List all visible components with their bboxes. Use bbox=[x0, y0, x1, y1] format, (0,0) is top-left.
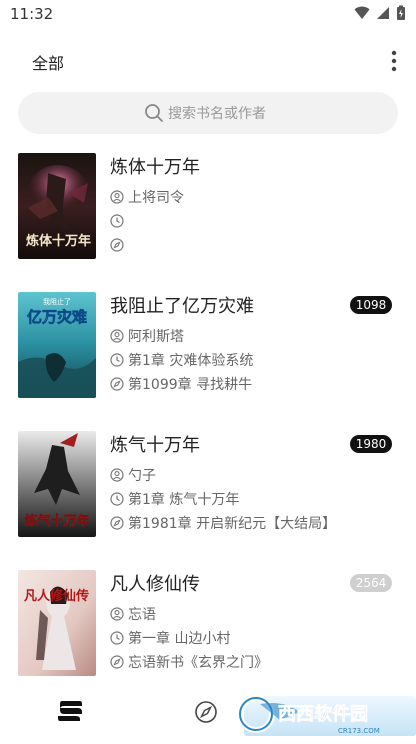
latest-chapter: 第1099章 寻找耕牛 bbox=[128, 377, 253, 393]
book-cover: 凡人修仙传 bbox=[18, 570, 96, 676]
search-input[interactable] bbox=[166, 101, 360, 127]
author-icon bbox=[110, 607, 124, 621]
latest-chapter: 忘语新书《玄界之门》 bbox=[128, 655, 268, 671]
cover-small-title: 我阻止了 bbox=[43, 297, 71, 306]
search-icon bbox=[145, 104, 163, 122]
book-title: 我阻止了亿万灾难 bbox=[110, 296, 254, 317]
book-author: 勺子 bbox=[128, 468, 156, 484]
latest-read-chapter: 第一章 山边小村 bbox=[128, 631, 231, 647]
book-item[interactable]: 凡人修仙传 凡人修仙传 2564 忘语 第一章 山边小村 忘语新书《玄界之门》 bbox=[0, 570, 416, 682]
status-time: 11:32 bbox=[10, 5, 54, 23]
author-icon bbox=[110, 190, 124, 204]
clock-icon bbox=[110, 492, 124, 506]
compass-icon bbox=[110, 516, 124, 530]
signal-icon bbox=[377, 7, 389, 19]
bookshelf-nav-icon[interactable] bbox=[56, 698, 84, 724]
top-bar: 全部 bbox=[0, 40, 416, 80]
book-item[interactable]: 我阻止了 亿万灾难 我阻止了亿万灾难 1098 阿利斯塔 第1章 灾难体验系统 … bbox=[0, 292, 416, 404]
book-title: 炼气十万年 bbox=[110, 435, 200, 456]
cover-title: 亿万灾难 bbox=[27, 308, 87, 326]
search-bar[interactable] bbox=[18, 92, 398, 134]
book-cover: 炼体十万年 bbox=[18, 153, 96, 259]
discover-nav-icon[interactable] bbox=[194, 700, 218, 724]
author-icon bbox=[110, 468, 124, 482]
book-title: 凡人修仙传 bbox=[110, 574, 200, 595]
book-title: 炼体十万年 bbox=[110, 157, 200, 178]
clock-icon bbox=[110, 631, 124, 645]
book-item[interactable]: 炼体十万年 炼体十万年 上将司令 bbox=[0, 153, 416, 265]
book-author: 忘语 bbox=[128, 607, 156, 623]
status-bar: 11:32 bbox=[0, 0, 416, 28]
cover-title: 凡人修仙传 bbox=[24, 588, 89, 604]
latest-read-chapter: 第1章 炼气十万年 bbox=[128, 492, 240, 508]
cover-title: 炼体十万年 bbox=[26, 233, 91, 249]
watermark-brand: 西西软件园 bbox=[278, 703, 368, 725]
book-author: 阿利斯塔 bbox=[128, 329, 184, 345]
battery-icon bbox=[397, 5, 405, 20]
book-cover: 炼气十万年 bbox=[18, 431, 96, 537]
clock-icon bbox=[110, 214, 124, 228]
unread-count-badge: 1980 bbox=[350, 435, 392, 453]
unread-count-badge: 2564 bbox=[350, 574, 392, 592]
compass-icon bbox=[110, 238, 124, 252]
unread-count-badge: 1098 bbox=[350, 296, 392, 314]
compass-icon bbox=[110, 655, 124, 669]
wifi-icon bbox=[354, 6, 370, 19]
more-menu-icon[interactable] bbox=[390, 50, 398, 72]
latest-read-chapter: 第1章 灾难体验系统 bbox=[128, 353, 254, 369]
category-title[interactable]: 全部 bbox=[32, 50, 64, 74]
watermark-logo: 西西软件园 CR173.COM bbox=[220, 690, 416, 740]
book-author: 上将司令 bbox=[128, 190, 184, 206]
watermark-url: CR173.COM bbox=[338, 727, 380, 735]
latest-chapter: 第1981章 开启新纪元【大结局】 bbox=[128, 516, 337, 532]
book-cover: 我阻止了 亿万灾难 bbox=[18, 292, 96, 398]
compass-icon bbox=[110, 377, 124, 391]
clock-icon bbox=[110, 353, 124, 367]
book-item[interactable]: 炼气十万年 炼气十万年 1980 勺子 第1章 炼气十万年 第1981章 开启新… bbox=[0, 431, 416, 543]
cover-title: 炼气十万年 bbox=[24, 513, 89, 529]
author-icon bbox=[110, 329, 124, 343]
